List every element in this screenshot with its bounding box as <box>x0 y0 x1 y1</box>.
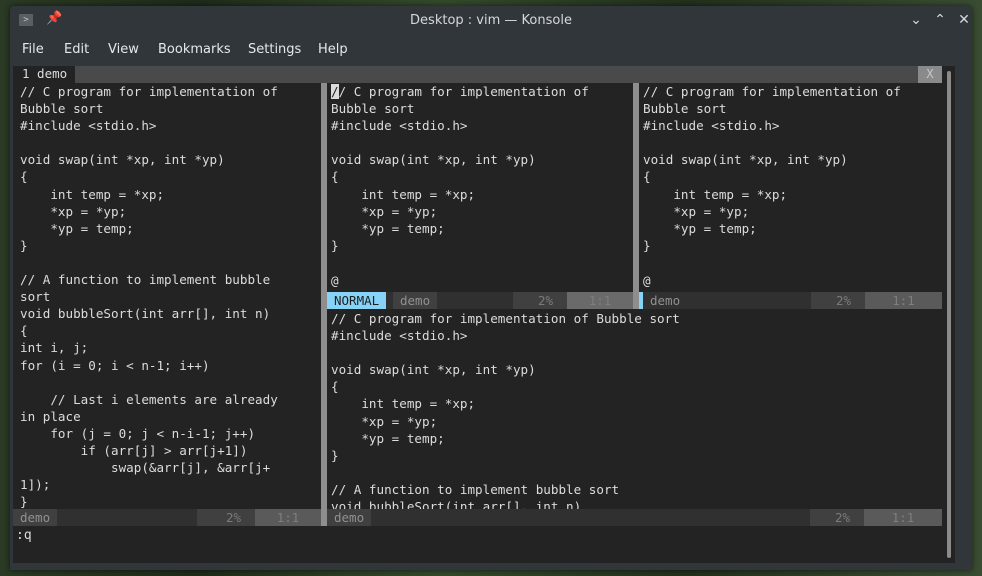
status-line-left: demo 2% 1:1 <box>13 509 321 526</box>
minimize-button[interactable]: ⌄ <box>906 10 926 30</box>
menu-file[interactable]: File <box>22 42 44 57</box>
vim-tabline: 1 demo X <box>13 66 942 83</box>
vim-pane-left[interactable]: // C program for implementation of Bubbl… <box>20 83 318 509</box>
status-percent: 2% <box>811 292 865 309</box>
maximize-button[interactable]: ⌃ <box>930 10 950 30</box>
status-position: 1:1 <box>255 509 321 526</box>
vim-pane-bottom[interactable]: // C program for implementation of Bubbl… <box>331 310 942 509</box>
status-filename: demo <box>327 509 372 526</box>
status-filename: demo <box>643 292 688 309</box>
title-bar[interactable]: > 📌 Desktop : vim — Konsole ⌄ ⌃ ✕ <box>10 6 972 36</box>
status-position: 1:1 <box>865 292 942 309</box>
vim-tab-close-button[interactable]: X <box>918 66 942 83</box>
vim-tab-demo[interactable]: 1 demo <box>13 66 76 83</box>
status-line-middle: NORMAL demo 2% 1:1 <box>327 292 633 309</box>
terminal-area[interactable]: 1 demo X // C program for implementation… <box>13 66 955 563</box>
code-text: // C program for implementation of Bubbl… <box>331 311 680 509</box>
vim-pane-right[interactable]: // C program for implementation of Bubbl… <box>643 83 941 292</box>
code-text: // C program for implementation of Bubbl… <box>331 83 631 254</box>
window-title: Desktop : vim — Konsole <box>410 13 572 28</box>
terminal-scrollbar[interactable] <box>947 71 951 558</box>
menu-help[interactable]: Help <box>318 42 348 57</box>
status-position: 1:1 <box>567 292 633 309</box>
overflow-line-middle: @ <box>331 272 633 290</box>
konsole-window: > 📌 Desktop : vim — Konsole ⌄ ⌃ ✕ File E… <box>10 6 972 570</box>
close-button[interactable]: ✕ <box>954 10 974 30</box>
status-filename: demo <box>393 292 438 309</box>
status-filename: demo <box>13 509 58 526</box>
vim-pane-middle[interactable]: // C program for implementation of Bubbl… <box>331 83 631 292</box>
status-position: 1:1 <box>864 509 942 526</box>
status-percent: 2% <box>513 292 567 309</box>
status-percent: 2% <box>810 509 864 526</box>
menu-settings[interactable]: Settings <box>248 42 301 57</box>
mode-indicator: NORMAL <box>327 292 387 309</box>
status-percent: 2% <box>197 509 255 526</box>
menu-view[interactable]: View <box>108 42 139 57</box>
status-line-bottom: demo 2% 1:1 <box>327 509 942 526</box>
overflow-marker: @ <box>331 273 339 288</box>
code-text: // C program for implementation of Bubbl… <box>643 84 901 253</box>
code-text-rest: / C program for implementation of Bubble… <box>331 84 589 253</box>
vim-command-line[interactable]: :q <box>16 528 32 543</box>
vertical-split-separator[interactable] <box>633 83 639 309</box>
overflow-line-right: @ <box>643 272 941 290</box>
text-cursor: / <box>331 84 339 99</box>
menu-bar: File Edit View Bookmarks Settings Help <box>10 40 972 62</box>
status-line-right: demo 2% 1:1 <box>639 292 942 309</box>
menu-bookmarks[interactable]: Bookmarks <box>158 42 231 57</box>
code-text: // C program for implementation of Bubbl… <box>20 84 278 509</box>
overflow-marker: @ <box>643 273 651 288</box>
menu-edit[interactable]: Edit <box>64 42 89 57</box>
